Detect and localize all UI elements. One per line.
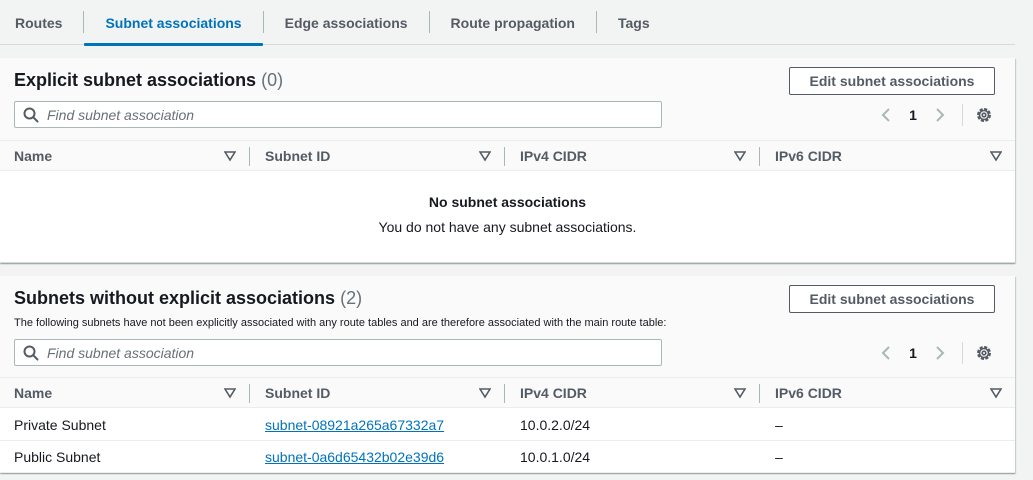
column-label: Subnet ID [265, 384, 331, 401]
cell-ipv6-cidr: – [775, 448, 783, 465]
column-label: Name [14, 384, 53, 401]
cell-name: Private Subnet [14, 416, 106, 433]
search-box [14, 339, 662, 366]
empty-state: No subnet associations You do not have a… [0, 194, 1015, 235]
panel-count: (0) [261, 70, 284, 90]
column-header-ipv4-cidr[interactable]: IPv4 CIDR [504, 378, 759, 407]
table-row[interactable]: Private Subnet subnet-08921a265a67332a7 … [0, 409, 1015, 441]
column-header-name[interactable]: Name [0, 141, 249, 170]
caret-down-icon [224, 151, 236, 162]
caret-down-icon [990, 388, 1002, 399]
gear-icon[interactable] [975, 344, 993, 362]
cell-subnet-id: subnet-08921a265a67332a7 [249, 417, 504, 433]
panel-description: The following subnets have not been expl… [14, 317, 667, 329]
cell-ipv4-cidr: 10.0.1.0/24 [520, 448, 591, 465]
column-header-subnet-id[interactable]: Subnet ID [249, 141, 504, 170]
column-label: IPv4 CIDR [520, 384, 587, 401]
panel-count: (2) [340, 288, 363, 308]
caret-down-icon [990, 151, 1002, 162]
tab-subnet-associations[interactable]: Subnet associations [84, 0, 263, 46]
caret-down-icon [479, 388, 491, 399]
chevron-right-icon[interactable] [932, 345, 948, 361]
column-label: IPv6 CIDR [775, 147, 842, 164]
column-label: IPv6 CIDR [775, 384, 842, 401]
column-header-ipv6-cidr[interactable]: IPv6 CIDR [759, 141, 1015, 170]
chevron-left-icon[interactable] [878, 107, 894, 123]
explicit-associations-panel: Explicit subnet associations (0) Edit su… [0, 58, 1015, 263]
column-header-subnet-id[interactable]: Subnet ID [249, 378, 504, 407]
column-header-ipv4-cidr[interactable]: IPv4 CIDR [504, 141, 759, 170]
tab-route-propagation[interactable]: Route propagation [430, 0, 596, 45]
chevron-left-icon[interactable] [878, 345, 894, 361]
edit-subnet-associations-button[interactable]: Edit subnet associations [789, 67, 995, 95]
column-header-name[interactable]: Name [0, 378, 249, 407]
edit-subnet-associations-button[interactable]: Edit subnet associations [789, 285, 995, 313]
panel-header: Subnets without explicit associations (2… [0, 276, 1015, 378]
tab-bar: Routes Subnet associations Edge associat… [0, 0, 1015, 46]
panel-header: Explicit subnet associations (0) Edit su… [0, 58, 1015, 140]
column-label: Subnet ID [265, 147, 331, 164]
panel-title: Subnets without explicit associations (2… [14, 288, 362, 309]
subnet-id-link[interactable]: subnet-0a6d65432b02e39d6 [265, 449, 444, 465]
empty-state-title: No subnet associations [428, 194, 587, 210]
cell-ipv4-cidr: 10.0.2.0/24 [520, 416, 591, 433]
column-header-ipv6-cidr[interactable]: IPv6 CIDR [759, 378, 1015, 407]
page-number[interactable]: 1 [894, 107, 932, 123]
implicit-associations-panel: Subnets without explicit associations (2… [0, 276, 1015, 473]
panel-title-text: Subnets without explicit associations [14, 288, 336, 308]
table-row[interactable]: Public Subnet subnet-0a6d65432b02e39d6 1… [0, 441, 1015, 473]
tab-tags[interactable]: Tags [597, 0, 671, 45]
chevron-right-icon[interactable] [932, 107, 948, 123]
cell-subnet-id: subnet-0a6d65432b02e39d6 [249, 449, 504, 465]
caret-down-icon [479, 151, 491, 162]
column-label: IPv4 CIDR [520, 147, 587, 164]
tab-edge-associations[interactable]: Edge associations [264, 0, 429, 45]
pagination: 1 [878, 340, 998, 366]
search-icon [23, 107, 39, 122]
page-number[interactable]: 1 [894, 345, 932, 361]
pagination: 1 [878, 102, 998, 128]
pager-divider [962, 104, 963, 126]
caret-down-icon [224, 388, 236, 399]
panel-title: Explicit subnet associations (0) [14, 70, 283, 91]
pager-divider [962, 342, 963, 364]
search-input[interactable] [47, 344, 661, 361]
table-header: Name Subnet ID IPv4 CIDR IPv6 CIDR [0, 140, 1015, 171]
empty-state-message: You do not have any subnet associations. [378, 219, 637, 235]
search-input[interactable] [47, 106, 661, 123]
caret-down-icon [734, 151, 746, 162]
panel-title-text: Explicit subnet associations [14, 70, 257, 90]
column-label: Name [14, 147, 53, 164]
tab-routes[interactable]: Routes [0, 0, 83, 45]
subnet-id-link[interactable]: subnet-08921a265a67332a7 [265, 417, 444, 433]
cell-name: Public Subnet [14, 448, 101, 465]
search-icon [23, 345, 39, 360]
search-box [14, 101, 662, 128]
cell-ipv6-cidr: – [775, 416, 783, 433]
gear-icon[interactable] [975, 106, 993, 124]
table-header: Name Subnet ID IPv4 CIDR IPv6 CIDR [0, 377, 1015, 408]
caret-down-icon [734, 388, 746, 399]
